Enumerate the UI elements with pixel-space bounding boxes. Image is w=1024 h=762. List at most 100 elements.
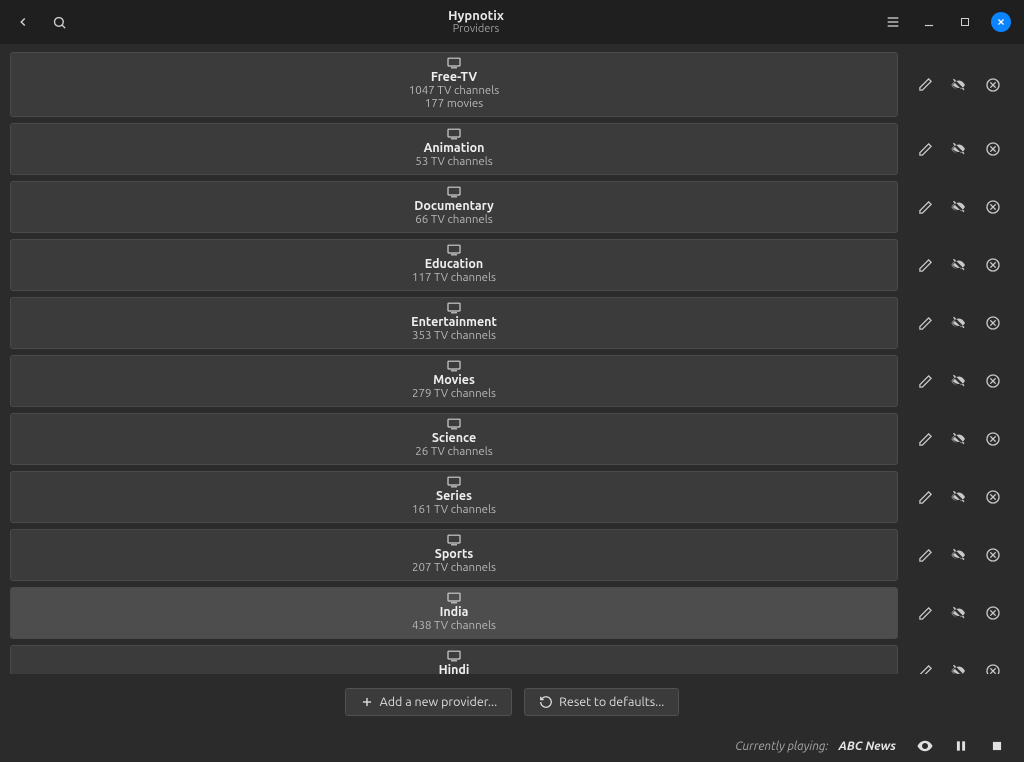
provider-row: Science26 TV channels (10, 413, 1014, 465)
remove-provider-button[interactable] (976, 141, 1010, 157)
hide-provider-button[interactable] (942, 256, 976, 274)
hide-provider-button[interactable] (942, 140, 976, 158)
eye-off-icon (950, 372, 968, 390)
edit-provider-button[interactable] (908, 548, 942, 563)
edit-provider-button[interactable] (908, 142, 942, 157)
plus-icon (360, 695, 374, 709)
eye-off-icon (950, 140, 968, 158)
app-title: Hypnotix (74, 9, 878, 23)
provider-row: Movies279 TV channels (10, 355, 1014, 407)
remove-provider-button[interactable] (976, 489, 1010, 505)
provider-row: Animation53 TV channels (10, 123, 1014, 175)
tv-icon (446, 57, 462, 69)
pencil-icon (918, 258, 933, 273)
now-playing-label: Currently playing: (735, 740, 828, 753)
eye-off-icon (950, 662, 968, 674)
provider-name: Movies (433, 373, 475, 387)
edit-provider-button[interactable] (908, 374, 942, 389)
pencil-icon (918, 548, 933, 563)
provider-name: Education (425, 257, 483, 271)
search-button[interactable] (44, 7, 74, 37)
show-video-button[interactable] (912, 733, 938, 759)
provider-name: Entertainment (411, 315, 497, 329)
remove-provider-button[interactable] (976, 663, 1010, 674)
edit-provider-button[interactable] (908, 77, 942, 92)
provider-name: Series (436, 489, 472, 503)
remove-provider-button[interactable] (976, 431, 1010, 447)
stop-button[interactable] (984, 733, 1010, 759)
provider-channels: 117 TV channels (412, 271, 496, 284)
tv-icon (446, 534, 462, 546)
back-button[interactable] (8, 7, 38, 37)
maximize-button[interactable] (950, 7, 980, 37)
add-provider-button[interactable]: Add a new provider... (345, 688, 513, 716)
edit-provider-button[interactable] (908, 258, 942, 273)
edit-provider-button[interactable] (908, 664, 942, 675)
tv-icon (446, 186, 462, 198)
edit-provider-button[interactable] (908, 316, 942, 331)
remove-provider-button[interactable] (976, 373, 1010, 389)
hide-provider-button[interactable] (942, 198, 976, 216)
provider-card[interactable]: Science26 TV channels (10, 413, 898, 465)
provider-row: Sports207 TV channels (10, 529, 1014, 581)
remove-provider-button[interactable] (976, 257, 1010, 273)
pause-button[interactable] (948, 733, 974, 759)
edit-provider-button[interactable] (908, 200, 942, 215)
minimize-button[interactable] (914, 7, 944, 37)
provider-row: Documentary66 TV channels (10, 181, 1014, 233)
provider-card[interactable]: Documentary66 TV channels (10, 181, 898, 233)
provider-name: Animation (424, 141, 485, 155)
edit-provider-button[interactable] (908, 606, 942, 621)
provider-card[interactable]: Animation53 TV channels (10, 123, 898, 175)
provider-card[interactable]: Series161 TV channels (10, 471, 898, 523)
hide-provider-button[interactable] (942, 314, 976, 332)
provider-row: Entertainment353 TV channels (10, 297, 1014, 349)
provider-card[interactable]: Sports207 TV channels (10, 529, 898, 581)
provider-actions (904, 123, 1014, 175)
edit-provider-button[interactable] (908, 432, 942, 447)
provider-card[interactable]: Free-TV1047 TV channels177 movies (10, 52, 898, 117)
provider-card[interactable]: India438 TV channels (10, 587, 898, 639)
hide-provider-button[interactable] (942, 372, 976, 390)
hamburger-menu-button[interactable] (878, 7, 908, 37)
provider-actions (904, 645, 1014, 674)
eye-off-icon (950, 256, 968, 274)
provider-name: Hindi (439, 663, 470, 674)
provider-channels: 66 TV channels (415, 213, 493, 226)
eye-off-icon (950, 488, 968, 506)
remove-provider-button[interactable] (976, 199, 1010, 215)
remove-provider-button[interactable] (976, 315, 1010, 331)
pencil-icon (918, 142, 933, 157)
reset-defaults-label: Reset to defaults... (559, 695, 664, 709)
edit-provider-button[interactable] (908, 490, 942, 505)
provider-card[interactable]: Movies279 TV channels (10, 355, 898, 407)
close-window-button[interactable] (986, 7, 1016, 37)
close-circle-icon (985, 489, 1001, 505)
hide-provider-button[interactable] (942, 604, 976, 622)
provider-channels: 1047 TV channels (409, 84, 500, 97)
close-circle-icon (985, 605, 1001, 621)
remove-provider-button[interactable] (976, 547, 1010, 563)
close-circle-icon (985, 141, 1001, 157)
provider-card[interactable]: Education117 TV channels (10, 239, 898, 291)
tv-icon (446, 476, 462, 488)
hide-provider-button[interactable] (942, 546, 976, 564)
hide-provider-button[interactable] (942, 662, 976, 674)
provider-card[interactable]: Entertainment353 TV channels (10, 297, 898, 349)
provider-channels: 353 TV channels (412, 329, 496, 342)
provider-row: Education117 TV channels (10, 239, 1014, 291)
close-circle-icon (985, 77, 1001, 93)
hide-provider-button[interactable] (942, 430, 976, 448)
reset-defaults-button[interactable]: Reset to defaults... (524, 688, 679, 716)
remove-provider-button[interactable] (976, 77, 1010, 93)
pencil-icon (918, 664, 933, 675)
eye-off-icon (950, 198, 968, 216)
remove-provider-button[interactable] (976, 605, 1010, 621)
tv-icon (446, 650, 462, 662)
hide-provider-button[interactable] (942, 76, 976, 94)
provider-card[interactable]: Hindi162 TV channels (10, 645, 898, 674)
eye-off-icon (950, 546, 968, 564)
provider-actions (904, 181, 1014, 233)
hide-provider-button[interactable] (942, 488, 976, 506)
statusbar: Currently playing: ABC News (0, 730, 1024, 762)
